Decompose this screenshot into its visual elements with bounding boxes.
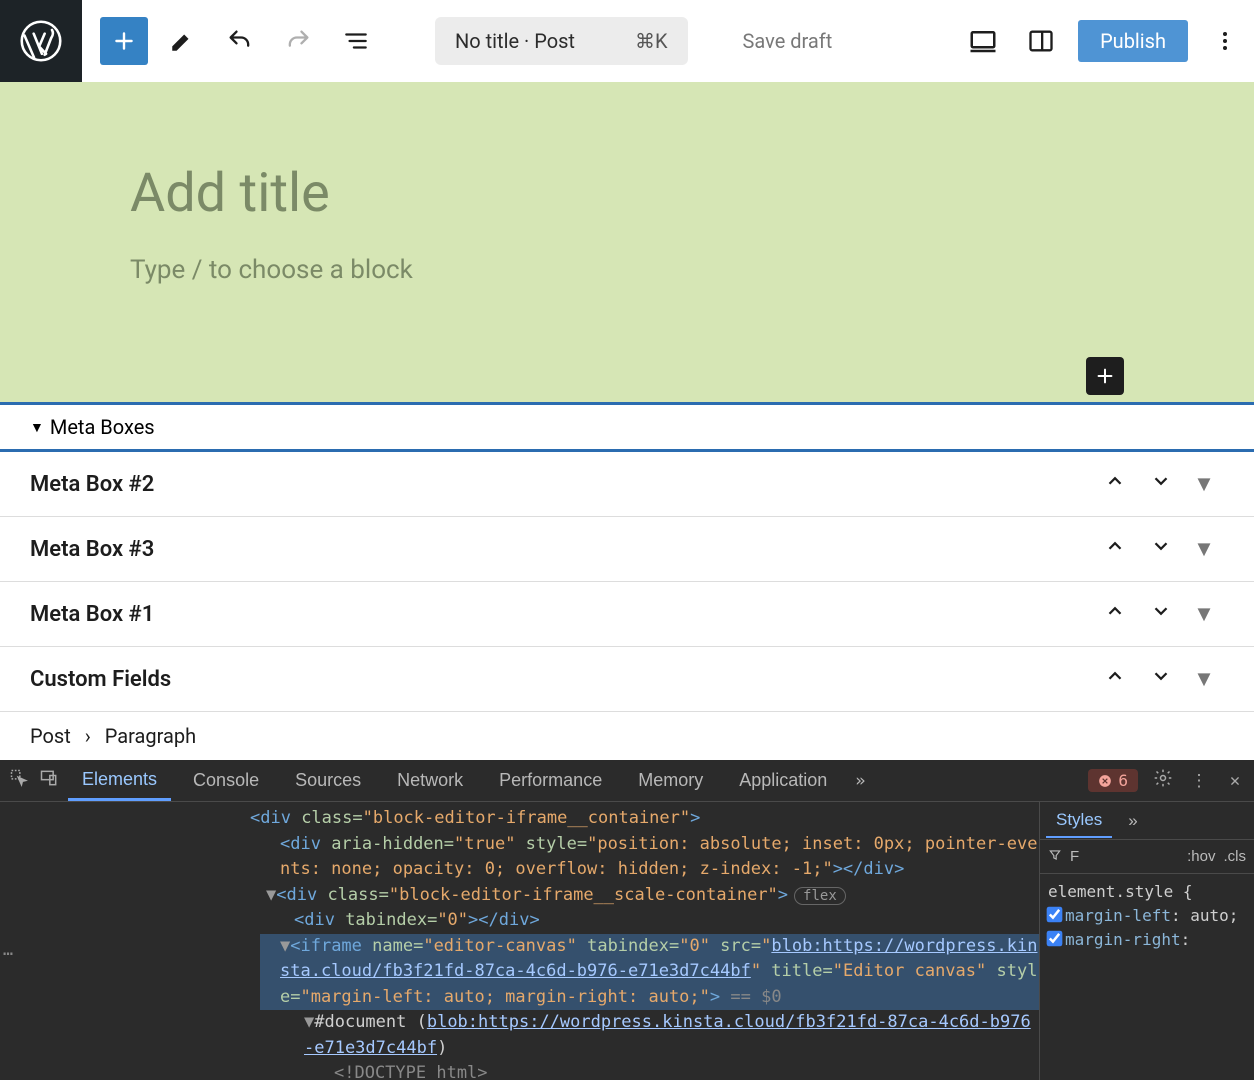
ellipsis-icon: ⋯ <box>3 942 15 968</box>
breadcrumb-current[interactable]: Paragraph <box>105 724 196 748</box>
move-up-button[interactable] <box>1092 665 1138 693</box>
meta-box-title: Custom Fields <box>30 667 171 692</box>
publish-button[interactable]: Publish <box>1078 20 1188 62</box>
meta-box-row: Meta Box #3 ▼ <box>0 517 1254 582</box>
chevron-right-icon: › <box>85 724 91 748</box>
meta-boxes-label: Meta Boxes <box>50 415 155 439</box>
meta-boxes-header[interactable]: ▼ Meta Boxes <box>0 402 1254 452</box>
cls-toggle[interactable]: .cls <box>1224 848 1247 865</box>
move-up-button[interactable] <box>1092 470 1138 498</box>
devtools-panel: Elements Console Sources Network Perform… <box>0 760 1254 1080</box>
move-down-button[interactable] <box>1138 535 1184 563</box>
wordpress-logo[interactable] <box>0 0 82 82</box>
toggle-sidebar-button[interactable] <box>1017 17 1065 65</box>
document-overview-button[interactable] <box>332 17 380 65</box>
undo-button[interactable] <box>216 17 264 65</box>
meta-box-row: Meta Box #1 ▼ <box>0 582 1254 647</box>
devtools-tab-elements[interactable]: Elements <box>68 761 171 801</box>
dom-tree[interactable]: ⋯ <div class="block-editor-iframe__conta… <box>0 802 1039 1080</box>
block-prompt-placeholder[interactable]: Type / to choose a block <box>130 255 1124 285</box>
editor-canvas[interactable]: Add title Type / to choose a block <box>0 82 1254 402</box>
add-block-button[interactable] <box>100 17 148 65</box>
view-desktop-button[interactable] <box>959 17 1007 65</box>
block-breadcrumb: Post › Paragraph <box>0 712 1254 760</box>
move-up-button[interactable] <box>1092 535 1138 563</box>
styles-panel: Styles » F :hov .cls element.style { mar… <box>1039 802 1254 1080</box>
command-shortcut: ⌘K <box>635 29 668 53</box>
meta-box-title: Meta Box #2 <box>30 472 154 497</box>
styles-more[interactable]: » <box>1122 805 1143 837</box>
more-options-button[interactable] <box>1201 17 1249 65</box>
meta-box-title: Meta Box #1 <box>30 602 154 627</box>
hov-toggle[interactable]: :hov <box>1187 848 1215 865</box>
devtools-tab-console[interactable]: Console <box>179 762 273 799</box>
meta-box-row: Custom Fields ▼ <box>0 647 1254 712</box>
meta-box-title: Meta Box #3 <box>30 537 154 562</box>
filter-icon[interactable] <box>1048 848 1062 866</box>
document-title-text: No title · Post <box>455 29 575 53</box>
devtools-tab-network[interactable]: Network <box>383 762 477 799</box>
device-toolbar-icon[interactable] <box>38 768 60 793</box>
css-prop-checkbox[interactable] <box>1047 931 1063 947</box>
move-down-button[interactable] <box>1138 470 1184 498</box>
devtools-more-tabs[interactable]: » <box>849 765 871 797</box>
move-up-button[interactable] <box>1092 600 1138 628</box>
devtools-tab-performance[interactable]: Performance <box>485 762 616 799</box>
post-title-placeholder[interactable]: Add title <box>130 162 1124 225</box>
toggle-panel-button[interactable]: ▼ <box>1184 536 1224 562</box>
toggle-panel-button[interactable]: ▼ <box>1184 471 1224 497</box>
devtools-tab-memory[interactable]: Memory <box>624 762 717 799</box>
caret-down-icon: ▼ <box>30 419 44 436</box>
editor-topbar: No title · Post ⌘K Save draft Publish <box>0 0 1254 82</box>
meta-box-row: Meta Box #2 ▼ <box>0 452 1254 517</box>
close-icon[interactable]: ✕ <box>1224 771 1246 791</box>
inline-add-block-button[interactable] <box>1086 357 1124 395</box>
devtools-tabbar: Elements Console Sources Network Perform… <box>0 760 1254 802</box>
toggle-panel-button[interactable]: ▼ <box>1184 601 1224 627</box>
document-title-bar[interactable]: No title · Post ⌘K <box>435 17 688 65</box>
devtools-tab-application[interactable]: Application <box>725 762 841 799</box>
styles-tab[interactable]: Styles <box>1046 804 1112 838</box>
edit-mode-button[interactable] <box>158 17 206 65</box>
toggle-panel-button[interactable]: ▼ <box>1184 666 1224 692</box>
error-count-badge[interactable]: 6 <box>1088 769 1138 792</box>
move-down-button[interactable] <box>1138 600 1184 628</box>
inspect-element-icon[interactable] <box>8 768 30 793</box>
gear-icon[interactable] <box>1152 768 1174 793</box>
move-down-button[interactable] <box>1138 665 1184 693</box>
kebab-menu-icon[interactable]: ⋮ <box>1188 771 1210 791</box>
devtools-tab-sources[interactable]: Sources <box>281 762 375 799</box>
redo-button[interactable] <box>274 17 322 65</box>
save-draft-button[interactable]: Save draft <box>743 29 833 53</box>
styles-rules[interactable]: element.style { margin-left: auto; margi… <box>1040 874 1254 958</box>
filter-input[interactable]: F <box>1070 848 1079 865</box>
breadcrumb-root[interactable]: Post <box>30 724 71 748</box>
css-prop-checkbox[interactable] <box>1047 907 1063 923</box>
